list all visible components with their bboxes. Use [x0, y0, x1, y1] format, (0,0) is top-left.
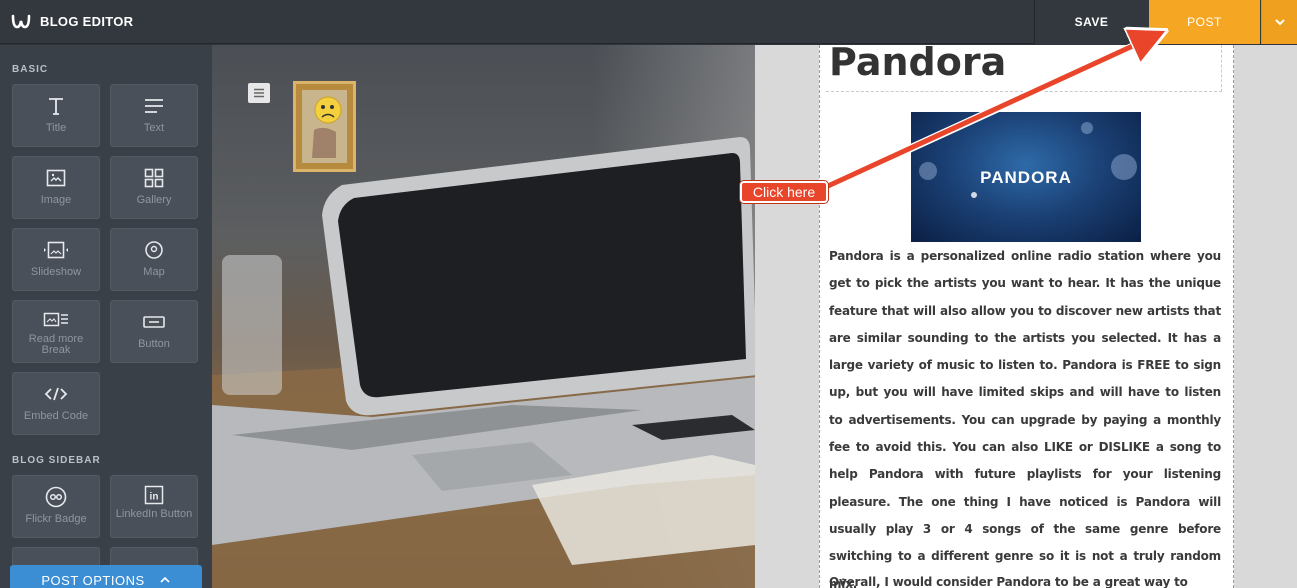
element-label: Map	[143, 266, 165, 278]
element-map[interactable]: Map	[110, 228, 198, 291]
element-linkedin-button[interactable]: in LinkedIn Button	[110, 475, 198, 538]
slideshow-icon	[44, 241, 68, 259]
element-label: Gallery	[136, 194, 172, 206]
save-button[interactable]: SAVE	[1034, 0, 1148, 44]
text-icon	[145, 99, 163, 113]
chevron-up-icon	[160, 576, 170, 583]
element-label: Text	[143, 122, 165, 134]
element-image[interactable]: Image	[12, 156, 100, 219]
post-options-button[interactable]: POST OPTIONS	[10, 565, 202, 588]
embed-code-icon	[44, 387, 68, 401]
element-title[interactable]: Title	[12, 84, 100, 147]
pandora-logo-text: PANDORA	[980, 168, 1072, 187]
flickr-icon	[45, 486, 67, 508]
element-label: Flickr Badge	[25, 513, 87, 525]
element-sidebar: BASIC Title Text Image Gallery Slideshow…	[0, 45, 212, 588]
section-label-blog-sidebar: BLOG SIDEBAR	[12, 455, 101, 466]
hamburger-icon	[254, 88, 264, 98]
element-slideshow[interactable]: Slideshow	[12, 228, 100, 291]
post-body-paragraph[interactable]: Pandora is a personalized online radio s…	[829, 243, 1221, 588]
map-icon	[145, 241, 163, 259]
weebly-logo-icon	[10, 10, 32, 32]
read-more-icon	[43, 312, 68, 327]
gallery-icon	[144, 168, 164, 188]
element-label: Slideshow	[30, 266, 82, 278]
framed-picture[interactable]	[293, 81, 356, 172]
element-text[interactable]: Text	[110, 84, 198, 147]
title-icon	[49, 98, 63, 115]
element-read-more-break[interactable]: Read more Break	[12, 300, 100, 363]
frame-inner	[302, 90, 347, 163]
element-flickr-badge[interactable]: Flickr Badge	[12, 475, 100, 538]
app-title: BLOG EDITOR	[40, 14, 134, 29]
svg-text:in: in	[150, 492, 159, 503]
section-menu-handle[interactable]	[248, 83, 270, 103]
section-label-basic: BASIC	[12, 64, 49, 75]
post-button[interactable]: POST	[1149, 0, 1260, 44]
element-button[interactable]: Button	[110, 300, 198, 363]
element-label: Image	[40, 194, 72, 206]
element-label: Read more Break	[28, 333, 84, 356]
element-gallery[interactable]: Gallery	[110, 156, 198, 219]
post-title[interactable]: Pandora	[829, 40, 1006, 84]
linkedin-icon: in	[144, 485, 164, 505]
element-label: Embed Code	[23, 410, 89, 422]
element-label: Button	[138, 338, 170, 350]
element-label: LinkedIn Button	[115, 508, 193, 520]
bokeh-light	[971, 192, 977, 198]
pandora-image[interactable]: PANDORA	[911, 112, 1141, 242]
element-label: Title	[45, 122, 67, 134]
image-icon	[46, 169, 66, 187]
top-bar: BLOG EDITOR SAVE POST	[0, 0, 1297, 44]
button-icon	[143, 316, 165, 328]
chevron-down-icon	[1274, 19, 1285, 26]
post-body-paragraph-2[interactable]: Overall, I would consider Pandora to be …	[829, 575, 1221, 588]
element-embed-code[interactable]: Embed Code	[12, 372, 100, 435]
sad-face-icon	[312, 96, 342, 158]
post-options-label: POST OPTIONS	[41, 572, 145, 588]
post-dropdown-button[interactable]	[1261, 0, 1297, 44]
click-here-callout: Click here	[740, 181, 828, 203]
bokeh-light	[1081, 122, 1093, 134]
